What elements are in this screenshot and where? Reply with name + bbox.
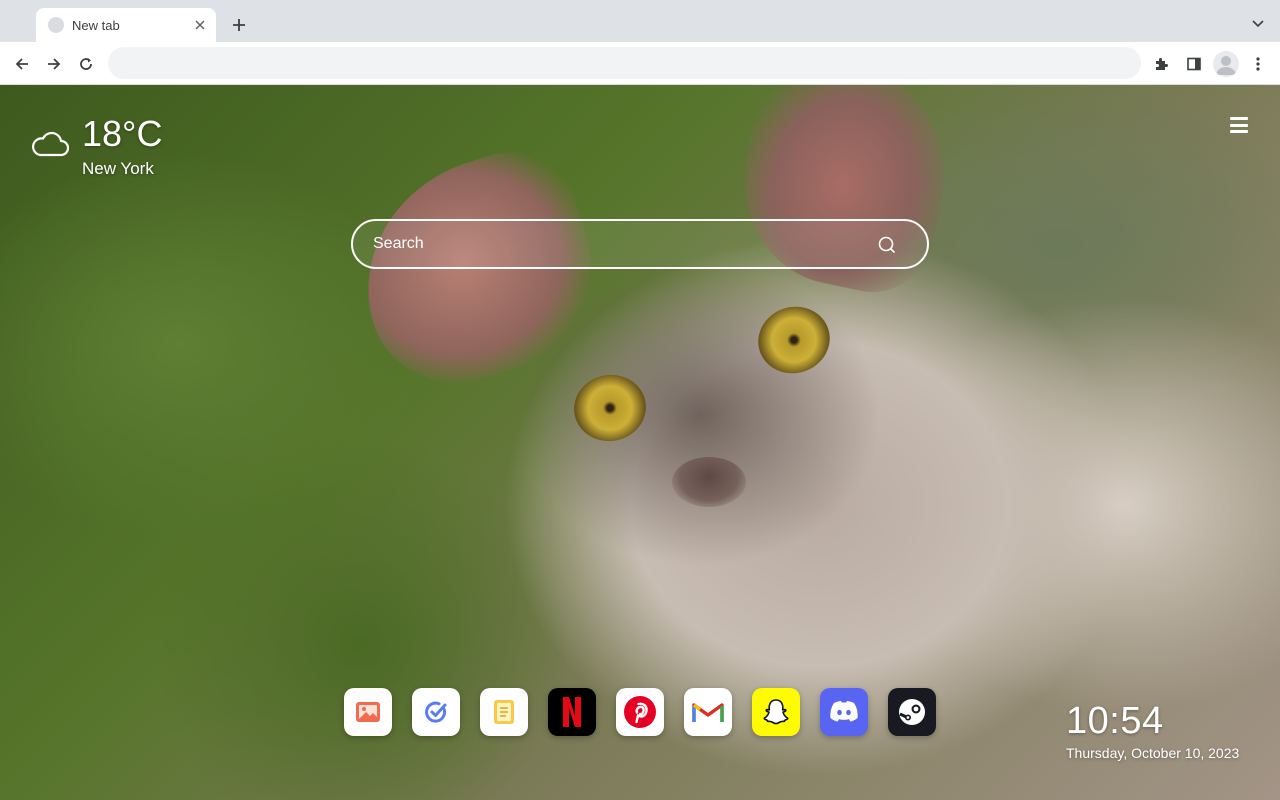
pinterest-icon (624, 696, 656, 728)
arrow-right-icon (48, 58, 61, 70)
menu-button[interactable] (1228, 115, 1250, 135)
clock-widget: 10:54 Thursday, October 10, 2023 (1066, 700, 1239, 761)
plus-icon (233, 19, 245, 31)
app-dock (344, 688, 936, 736)
netflix-icon (563, 697, 581, 727)
profile-avatar[interactable] (1213, 51, 1239, 77)
arrow-left-icon (15, 58, 28, 70)
background-cat-eye (568, 369, 652, 447)
steam-icon (899, 699, 925, 725)
hamburger-icon (1230, 130, 1248, 133)
photos-icon (356, 702, 380, 722)
background-cat-ear (724, 85, 966, 304)
background-cat-nose (672, 457, 746, 507)
app-photos[interactable] (344, 688, 392, 736)
clock-date: Thursday, October 10, 2023 (1066, 745, 1240, 761)
search-icon[interactable] (877, 235, 897, 255)
close-icon[interactable] (192, 17, 208, 33)
avatar-icon (1216, 56, 1236, 75)
app-notes[interactable] (480, 688, 528, 736)
forward-button[interactable] (40, 50, 68, 78)
app-snapchat[interactable] (752, 688, 800, 736)
tab-search-button[interactable] (1246, 12, 1270, 36)
browser-toolbar (0, 42, 1280, 85)
app-pinterest[interactable] (616, 688, 664, 736)
gmail-icon (692, 703, 724, 722)
tab-new-tab[interactable]: New tab (36, 8, 216, 42)
app-gmail[interactable] (684, 688, 732, 736)
background-cat-eye (749, 297, 839, 383)
new-tab-page: 18°C New York Search 10:54 Thursday, Oct… (0, 85, 1280, 800)
background-cat-ear (335, 134, 619, 406)
address-bar[interactable] (108, 47, 1141, 79)
tasks-icon (425, 701, 447, 723)
search-box[interactable] (351, 219, 929, 269)
extensions-button[interactable] (1148, 50, 1176, 78)
back-button[interactable] (8, 50, 36, 78)
clock-time: 10:54 (1066, 700, 1164, 742)
discord-icon (830, 701, 858, 722)
weather-temperature: 18°C (82, 113, 163, 154)
side-panel-icon (1187, 57, 1201, 71)
more-vert-icon (1256, 57, 1260, 71)
tab-title: New tab (72, 17, 120, 33)
new-tab-button[interactable] (226, 12, 252, 38)
weather-city: New York (82, 159, 154, 178)
app-steam[interactable] (888, 688, 936, 736)
app-tasks[interactable] (412, 688, 460, 736)
browser-menu-button[interactable] (1244, 50, 1272, 78)
cloud-icon (32, 131, 70, 157)
reload-icon (80, 58, 92, 70)
search-input[interactable] (373, 221, 873, 267)
hamburger-icon (1230, 123, 1248, 127)
puzzle-icon (1156, 58, 1168, 70)
side-panel-button[interactable] (1180, 50, 1208, 78)
notes-icon (494, 700, 514, 724)
reload-button[interactable] (72, 50, 100, 78)
chevron-down-icon (1252, 20, 1264, 28)
app-discord[interactable] (820, 688, 868, 736)
tab-strip: New tab (0, 0, 1280, 42)
snapchat-icon (763, 699, 789, 725)
app-netflix[interactable] (548, 688, 596, 736)
favicon-icon (48, 17, 64, 33)
hamburger-icon (1230, 117, 1248, 120)
